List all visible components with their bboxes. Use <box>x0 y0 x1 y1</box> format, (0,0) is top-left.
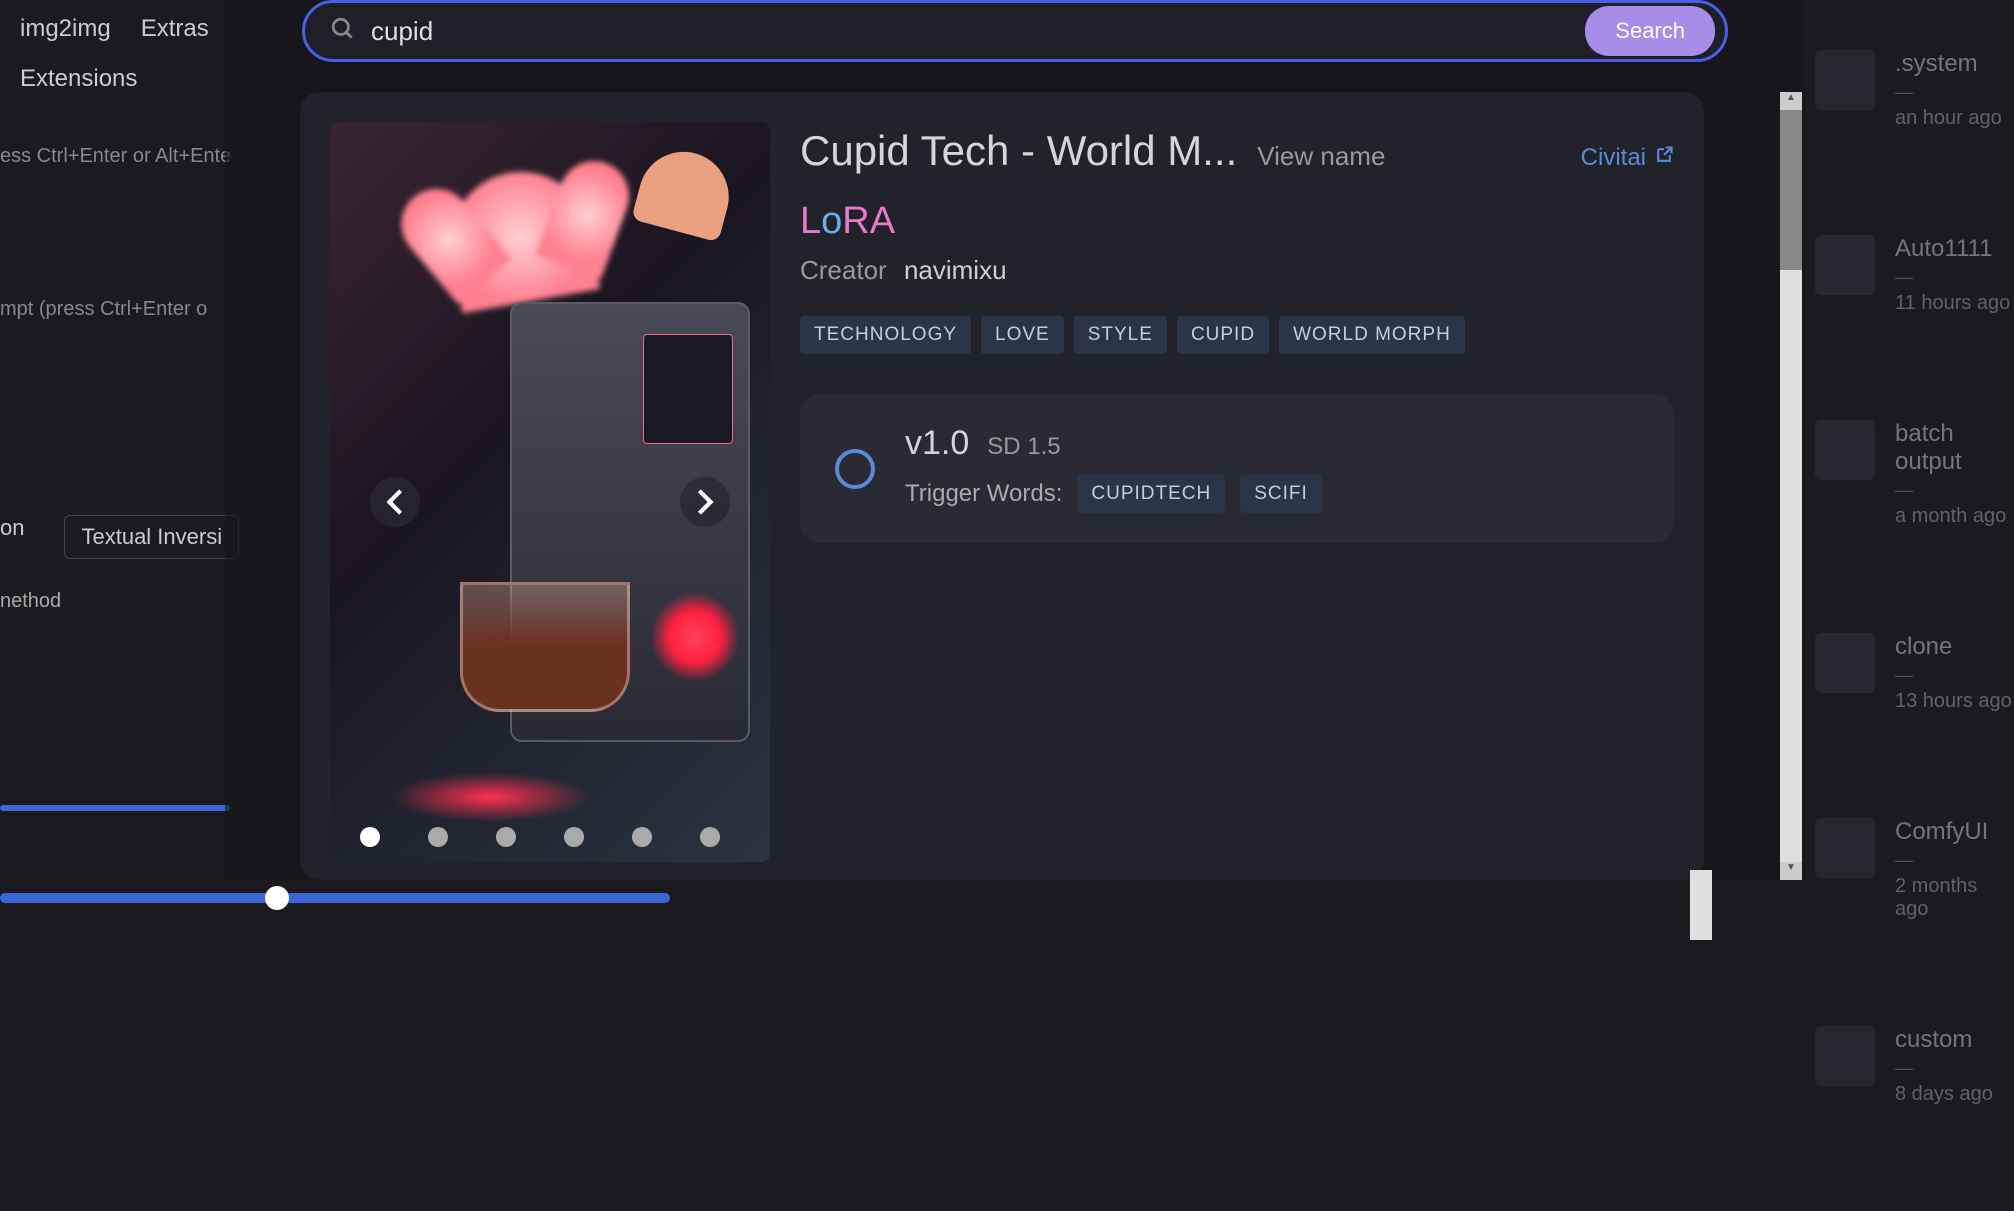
slider-2-thumb[interactable] <box>265 886 289 910</box>
thumbnail <box>1815 633 1875 693</box>
image-carousel <box>330 122 770 862</box>
thumbnail <box>1815 50 1875 110</box>
carousel-dot-1[interactable] <box>360 827 380 847</box>
external-link-icon <box>1654 144 1674 172</box>
tag-list: TECHNOLOGY LOVE STYLE CUPID WORLD MORPH <box>800 316 1674 354</box>
tab-img2img[interactable]: img2img <box>20 15 111 43</box>
item-title: custom <box>1895 1026 1993 1054</box>
item-dash: — <box>1895 665 2012 686</box>
search-icon <box>330 16 356 47</box>
item-dash: — <box>1895 850 2014 871</box>
scroll-up-icon[interactable]: ▲ <box>1780 92 1802 110</box>
item-dash: — <box>1895 1058 1993 1079</box>
thumbnail <box>1815 420 1875 480</box>
right-scrollbar[interactable] <box>1690 870 1712 940</box>
sidebar-item-system[interactable]: .system — an hour ago <box>1815 50 2014 130</box>
version-radio[interactable] <box>835 449 875 489</box>
slider-2[interactable] <box>0 893 670 903</box>
carousel-dot-6[interactable] <box>700 827 720 847</box>
trigger-words-label: Trigger Words: <box>905 480 1062 508</box>
carousel-prev-button[interactable] <box>370 477 420 527</box>
sidebar-item-custom[interactable]: custom — 8 days ago <box>1815 1026 2014 1106</box>
civitai-label: Civitai <box>1581 144 1646 172</box>
scroll-thumb[interactable] <box>1780 110 1802 270</box>
item-title: .system <box>1895 50 2002 78</box>
model-type: LoRA <box>800 200 1674 243</box>
item-time: a month ago <box>1895 505 2014 528</box>
model-title: Cupid Tech - World M... <box>800 127 1237 175</box>
tag-style[interactable]: STYLE <box>1074 316 1167 354</box>
slider-1[interactable] <box>0 805 230 811</box>
carousel-dot-4[interactable] <box>564 827 584 847</box>
item-time: 13 hours ago <box>1895 690 2012 713</box>
tab-extensions[interactable]: Extensions <box>20 65 137 93</box>
creator-row: Creator navimixu <box>800 255 1674 286</box>
search-input[interactable] <box>371 16 1585 47</box>
method-label: nethod <box>0 590 61 613</box>
sidebar-item-clone[interactable]: clone — 13 hours ago <box>1815 633 2014 713</box>
version-name: v1.0 <box>905 424 969 463</box>
scroll-down-icon[interactable]: ▼ <box>1780 862 1802 880</box>
subtab-on[interactable]: on <box>0 515 24 559</box>
item-title: batch output <box>1895 420 2014 476</box>
right-sidebar: .system — an hour ago Auto1111 — 11 hour… <box>1815 50 2014 1211</box>
tag-love[interactable]: LOVE <box>981 316 1064 354</box>
item-dash: — <box>1895 480 2014 501</box>
version-card[interactable]: v1.0 SD 1.5 Trigger Words: CUPIDTECH SCI… <box>800 394 1674 543</box>
sidebar-item-batch-output[interactable]: batch output — a month ago <box>1815 420 2014 528</box>
trigger-scifi[interactable]: SCIFI <box>1240 475 1322 513</box>
civitai-link[interactable]: Civitai <box>1581 144 1674 172</box>
tag-cupid[interactable]: CUPID <box>1177 316 1269 354</box>
detail-scrollbar[interactable]: ▲ ▼ <box>1780 92 1802 880</box>
prompt-hint-1: ess Ctrl+Enter or Alt+Ente <box>0 145 231 168</box>
tab-extras[interactable]: Extras <box>141 15 209 43</box>
model-info: Cupid Tech - World M... View name Civita… <box>800 122 1674 850</box>
view-name-link[interactable]: View name <box>1257 141 1385 172</box>
item-title: ComfyUI <box>1895 818 2014 846</box>
sidebar-item-auto1111[interactable]: Auto1111 — 11 hours ago <box>1815 235 2014 315</box>
carousel-next-button[interactable] <box>680 477 730 527</box>
sidebar-item-comfyui[interactable]: ComfyUI — 2 months ago <box>1815 818 2014 921</box>
search-button[interactable]: Search <box>1585 6 1715 56</box>
search-bar: Search <box>302 0 1728 62</box>
trigger-cupidtech[interactable]: CUPIDTECH <box>1077 475 1225 513</box>
prompt-hint-2: mpt (press Ctrl+Enter o <box>0 298 207 321</box>
item-time: 2 months ago <box>1895 875 2014 921</box>
thumbnail <box>1815 818 1875 878</box>
tag-technology[interactable]: TECHNOLOGY <box>800 316 971 354</box>
item-title: Auto1111 <box>1895 235 2010 263</box>
item-time: 8 days ago <box>1895 1083 1993 1106</box>
model-detail-panel: Cupid Tech - World M... View name Civita… <box>300 92 1704 880</box>
item-dash: — <box>1895 267 2010 288</box>
item-time: an hour ago <box>1895 107 2002 130</box>
tag-world-morph[interactable]: WORLD MORPH <box>1279 316 1465 354</box>
item-time: 11 hours ago <box>1895 292 2010 315</box>
item-title: clone <box>1895 633 2012 661</box>
thumbnail <box>1815 235 1875 295</box>
subtab-textual-inversion[interactable]: Textual Inversi <box>64 515 239 559</box>
carousel-dot-3[interactable] <box>496 827 516 847</box>
carousel-dot-2[interactable] <box>428 827 448 847</box>
item-dash: — <box>1895 82 2002 103</box>
creator-name[interactable]: navimixu <box>904 255 1007 285</box>
thumbnail <box>1815 1026 1875 1086</box>
carousel-dots <box>360 827 720 847</box>
carousel-dot-5[interactable] <box>632 827 652 847</box>
version-base-model: SD 1.5 <box>987 433 1060 461</box>
creator-label: Creator <box>800 255 887 285</box>
